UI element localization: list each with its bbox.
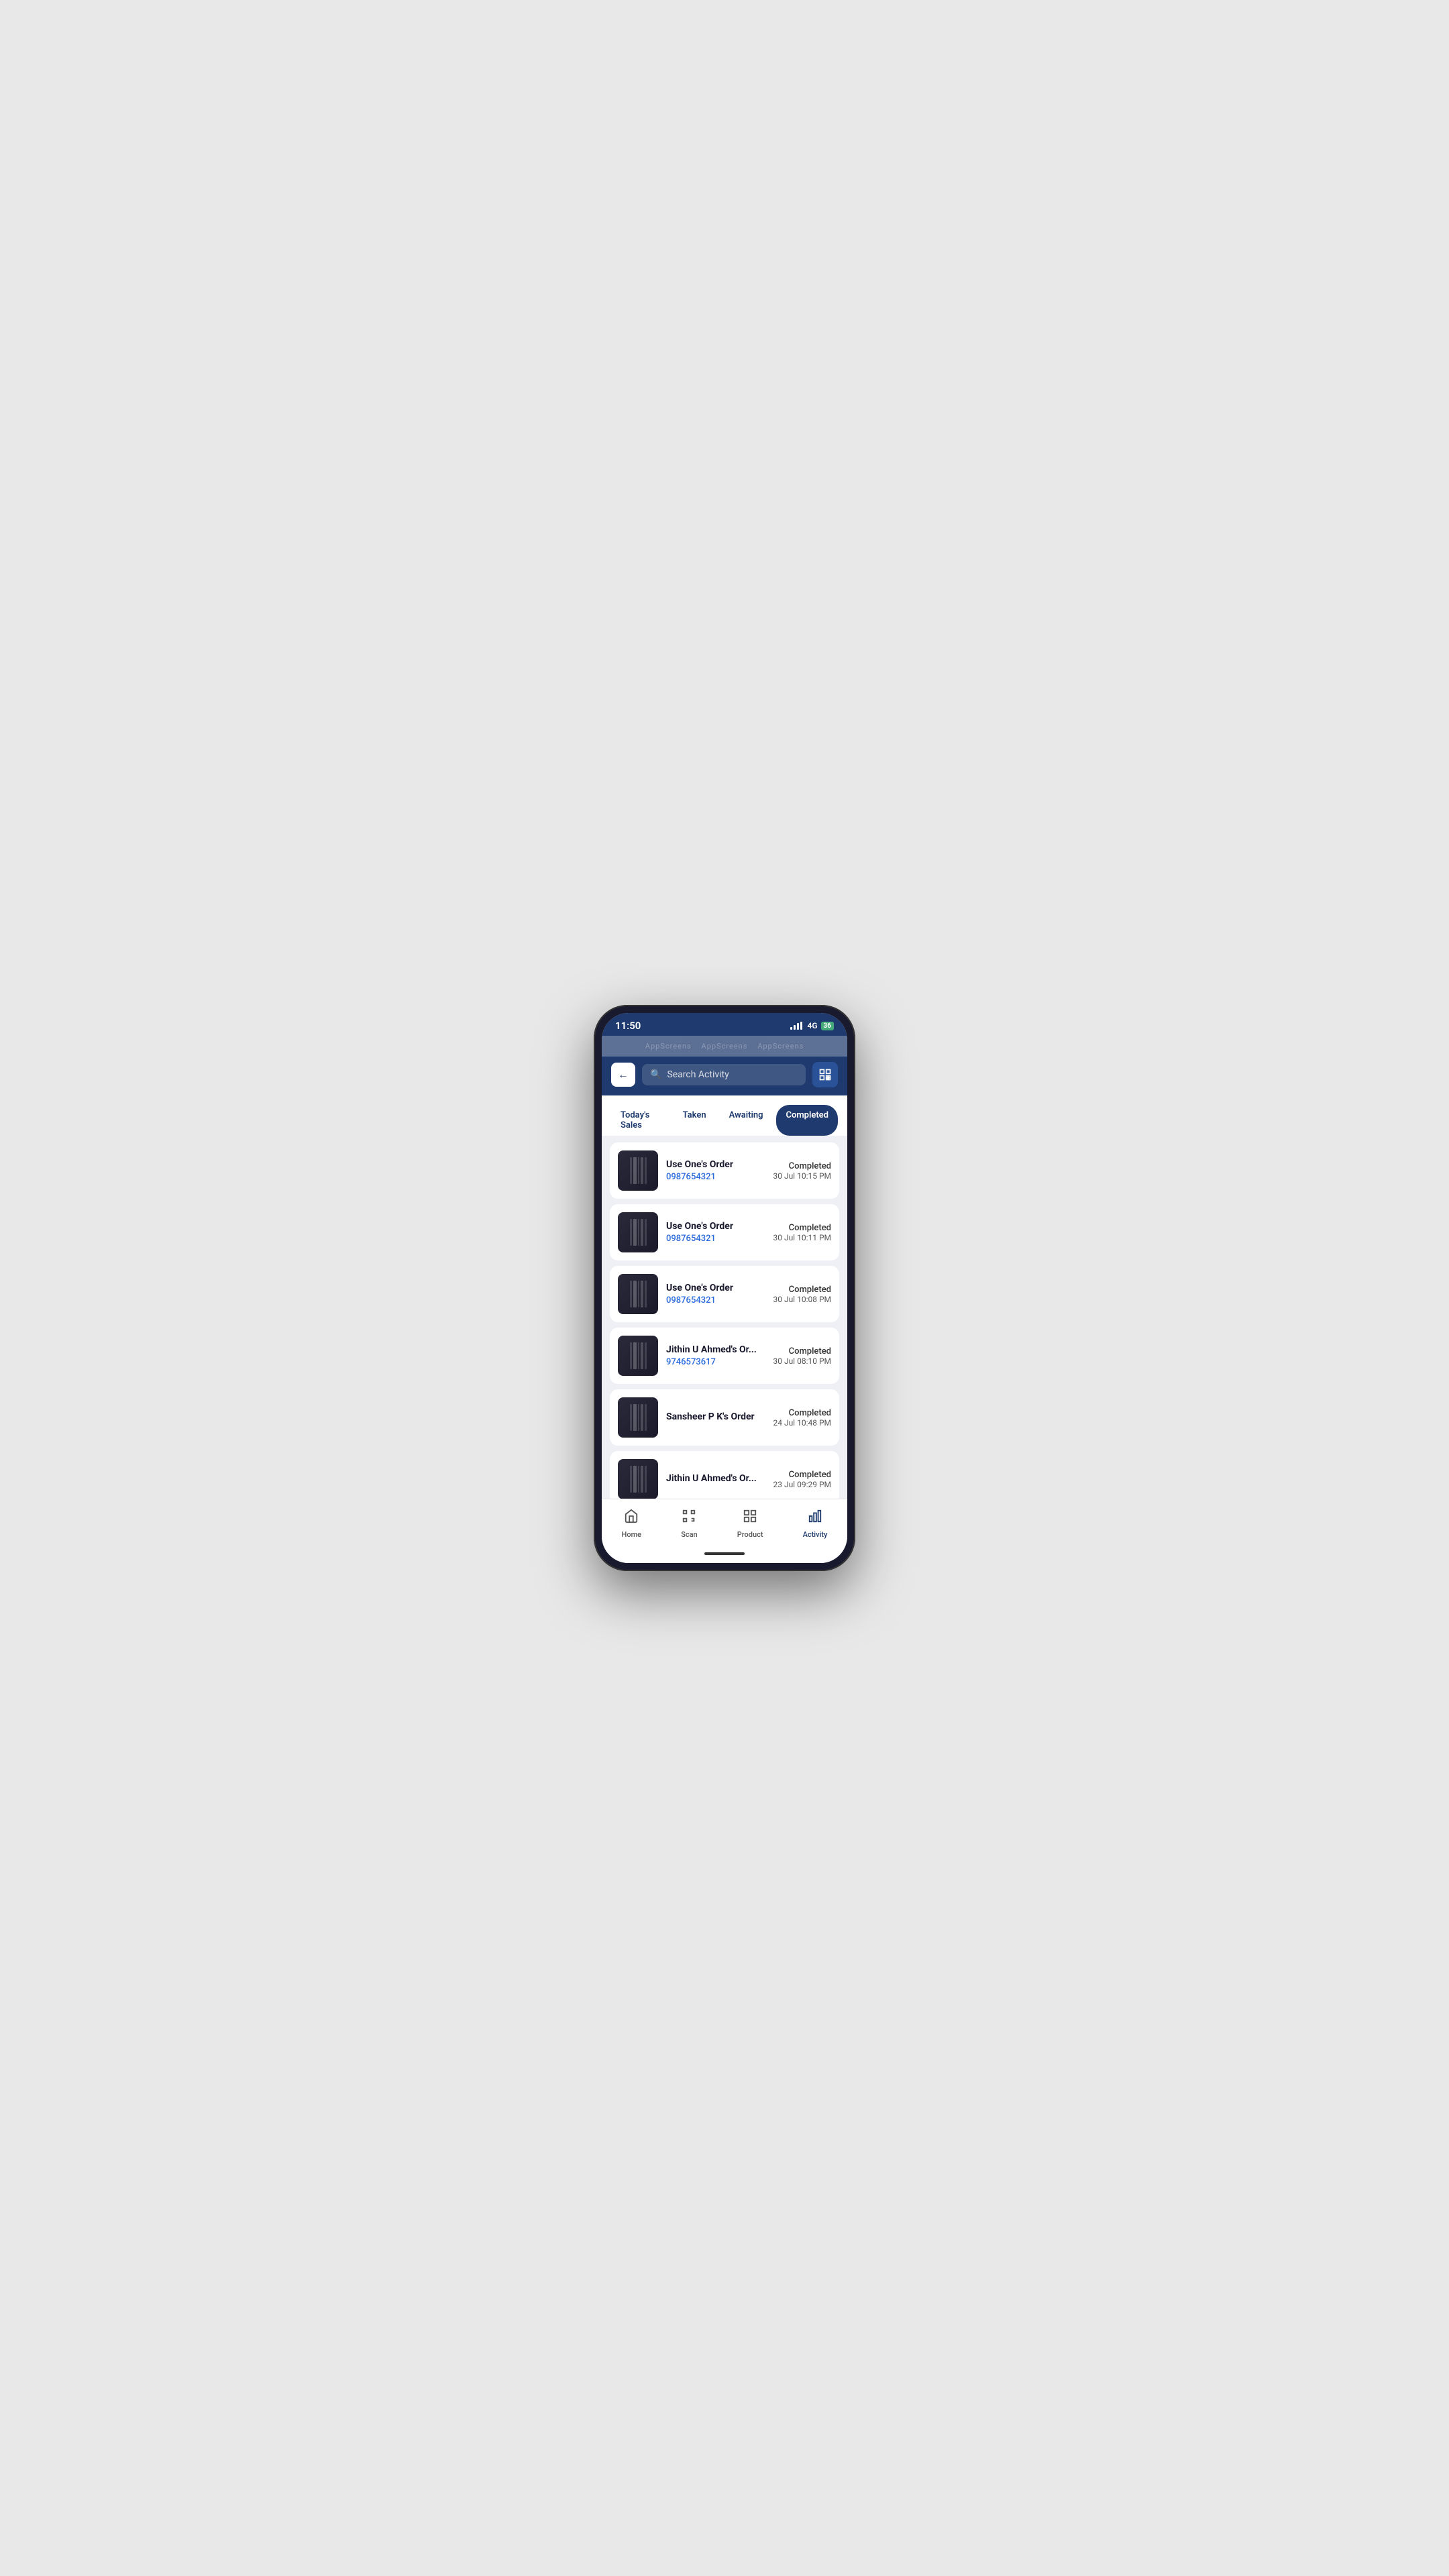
order-item[interactable]: Jithin U Ahmed's Or... 9746573617 Comple…: [610, 1328, 839, 1384]
order-status-block: Completed 23 Jul 09:29 PM: [773, 1470, 831, 1489]
product-nav-label: Product: [737, 1530, 763, 1539]
home-nav-label: Home: [622, 1530, 642, 1539]
order-name: Use One's Order: [666, 1283, 765, 1293]
order-status-block: Completed 30 Jul 08:10 PM: [773, 1346, 831, 1366]
qr-scan-button[interactable]: [812, 1062, 838, 1087]
tab-today-sales[interactable]: Today's Sales: [611, 1105, 669, 1136]
order-thumbnail: [618, 1397, 658, 1438]
order-date: 23 Jul 09:29 PM: [773, 1480, 831, 1489]
order-item[interactable]: Use One's Order 0987654321 Completed 30 …: [610, 1204, 839, 1260]
order-status-block: Completed 24 Jul 10:48 PM: [773, 1408, 831, 1428]
qr-icon: [818, 1068, 832, 1081]
order-status: Completed: [773, 1161, 831, 1171]
status-icons: 4G 36: [790, 1021, 834, 1030]
order-thumbnail: [618, 1459, 658, 1499]
scan-nav-label: Scan: [681, 1530, 697, 1539]
order-status: Completed: [773, 1223, 831, 1233]
order-phone: 0987654321: [666, 1172, 765, 1182]
order-item[interactable]: Jithin U Ahmed's Or... Completed 23 Jul …: [610, 1451, 839, 1499]
activity-icon: [808, 1509, 822, 1527]
search-placeholder-text: Search Activity: [667, 1069, 729, 1080]
battery-level: 36: [821, 1022, 834, 1030]
order-date: 30 Jul 10:08 PM: [773, 1295, 831, 1304]
signal-icon: [790, 1022, 802, 1030]
order-status-block: Completed 30 Jul 10:11 PM: [773, 1223, 831, 1242]
order-name: Use One's Order: [666, 1159, 765, 1170]
search-bar[interactable]: 🔍 Search Activity: [642, 1064, 806, 1085]
order-phone: 9746573617: [666, 1357, 765, 1367]
bottom-nav: Home Scan Product Activity: [602, 1499, 847, 1546]
order-status: Completed: [773, 1285, 831, 1295]
nav-item-activity[interactable]: Activity: [792, 1506, 839, 1542]
order-info: Sansheer P K's Order: [666, 1411, 765, 1424]
phone-screen: 11:50 4G 36 AppScreens AppScreens AppScr…: [602, 1013, 847, 1563]
home-indicator: [704, 1552, 745, 1555]
search-icon: 🔍: [650, 1069, 661, 1080]
order-info: Use One's Order 0987654321: [666, 1159, 765, 1182]
barcode-icon: [630, 1466, 647, 1493]
barcode-icon: [630, 1219, 647, 1246]
back-button[interactable]: ←: [611, 1063, 635, 1087]
product-icon: [743, 1509, 757, 1527]
order-date: 30 Jul 10:11 PM: [773, 1233, 831, 1242]
order-status: Completed: [773, 1470, 831, 1480]
order-status: Completed: [773, 1346, 831, 1356]
order-item[interactable]: Sansheer P K's Order Completed 24 Jul 10…: [610, 1389, 839, 1446]
order-phone: 0987654321: [666, 1234, 765, 1244]
order-info: Jithin U Ahmed's Or...: [666, 1473, 765, 1486]
header: ← 🔍 Search Activity: [602, 1057, 847, 1095]
activity-nav-label: Activity: [803, 1530, 828, 1539]
status-bar: 11:50 4G 36: [602, 1013, 847, 1036]
barcode-icon: [630, 1281, 647, 1307]
order-info: Use One's Order 0987654321: [666, 1221, 765, 1244]
order-info: Jithin U Ahmed's Or... 9746573617: [666, 1344, 765, 1367]
back-arrow-icon: ←: [618, 1068, 629, 1081]
order-info: Use One's Order 0987654321: [666, 1283, 765, 1305]
order-date: 24 Jul 10:48 PM: [773, 1418, 831, 1428]
watermark: AppScreens AppScreens AppScreens: [602, 1036, 847, 1057]
scan-icon: [682, 1509, 696, 1527]
barcode-icon: [630, 1404, 647, 1431]
order-status: Completed: [773, 1408, 831, 1418]
tab-awaiting[interactable]: Awaiting: [720, 1105, 773, 1136]
nav-item-home[interactable]: Home: [611, 1506, 653, 1542]
order-list: Use One's Order 0987654321 Completed 30 …: [602, 1136, 847, 1499]
order-status-block: Completed 30 Jul 10:08 PM: [773, 1285, 831, 1304]
order-thumbnail: [618, 1212, 658, 1252]
home-indicator-bar: [602, 1546, 847, 1563]
tab-taken[interactable]: Taken: [674, 1105, 716, 1136]
nav-item-scan[interactable]: Scan: [670, 1506, 708, 1542]
tab-completed[interactable]: Completed: [776, 1105, 838, 1136]
order-name: Use One's Order: [666, 1221, 765, 1232]
order-thumbnail: [618, 1274, 658, 1314]
order-date: 30 Jul 10:15 PM: [773, 1171, 831, 1181]
barcode-icon: [630, 1342, 647, 1369]
order-thumbnail: [618, 1150, 658, 1191]
order-name: Jithin U Ahmed's Or...: [666, 1473, 765, 1484]
home-icon: [624, 1509, 639, 1527]
nav-item-product[interactable]: Product: [727, 1506, 774, 1542]
phone-device: 11:50 4G 36 AppScreens AppScreens AppScr…: [594, 1005, 855, 1571]
order-thumbnail: [618, 1336, 658, 1376]
status-time: 11:50: [615, 1020, 641, 1032]
network-type: 4G: [807, 1021, 817, 1030]
order-name: Jithin U Ahmed's Or...: [666, 1344, 765, 1355]
order-item[interactable]: Use One's Order 0987654321 Completed 30 …: [610, 1266, 839, 1322]
barcode-icon: [630, 1157, 647, 1184]
tab-bar: Today's Sales Taken Awaiting Completed: [602, 1095, 847, 1136]
order-item[interactable]: Use One's Order 0987654321 Completed 30 …: [610, 1142, 839, 1199]
order-name: Sansheer P K's Order: [666, 1411, 765, 1422]
order-phone: 0987654321: [666, 1295, 765, 1305]
order-date: 30 Jul 08:10 PM: [773, 1356, 831, 1366]
order-status-block: Completed 30 Jul 10:15 PM: [773, 1161, 831, 1181]
